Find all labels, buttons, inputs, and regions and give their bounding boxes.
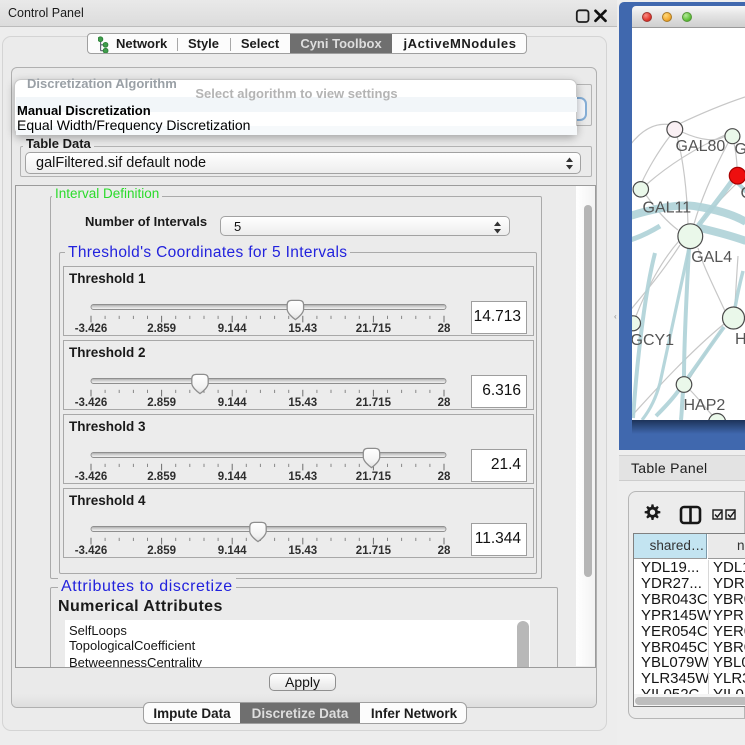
svg-text:2.859: 2.859 xyxy=(147,471,176,483)
svg-text:C: C xyxy=(741,185,745,202)
svg-text:15.43: 15.43 xyxy=(288,397,317,409)
svg-text:9.144: 9.144 xyxy=(218,471,247,483)
svg-text:28: 28 xyxy=(438,323,451,335)
svg-text:28: 28 xyxy=(438,471,451,483)
svg-text:9.144: 9.144 xyxy=(218,397,247,409)
svg-text:GAL80: GAL80 xyxy=(676,138,726,155)
svg-text:9.144: 9.144 xyxy=(218,545,247,557)
svg-text:GAL4: GAL4 xyxy=(691,249,732,266)
svg-text:15.43: 15.43 xyxy=(288,471,317,483)
svg-text:2.859: 2.859 xyxy=(147,397,176,409)
svg-text:21.715: 21.715 xyxy=(356,397,392,409)
svg-text:28: 28 xyxy=(438,397,451,409)
svg-text:GCY1: GCY1 xyxy=(632,332,674,349)
svg-text:GA: GA xyxy=(735,141,745,158)
svg-text:21.715: 21.715 xyxy=(356,471,392,483)
svg-text:2.859: 2.859 xyxy=(147,323,176,335)
svg-text:-3.426: -3.426 xyxy=(75,323,108,335)
svg-text:21.715: 21.715 xyxy=(356,545,392,557)
svg-text:28: 28 xyxy=(438,545,451,557)
svg-text:H: H xyxy=(735,331,745,348)
svg-text:21.715: 21.715 xyxy=(356,323,392,335)
svg-text:15.43: 15.43 xyxy=(288,545,317,557)
svg-text:-3.426: -3.426 xyxy=(75,545,108,557)
svg-text:9.144: 9.144 xyxy=(218,323,247,335)
svg-text:15.43: 15.43 xyxy=(288,323,317,335)
svg-text:-3.426: -3.426 xyxy=(75,471,108,483)
svg-text:GAL11: GAL11 xyxy=(643,200,692,217)
svg-text:2.859: 2.859 xyxy=(147,545,176,557)
svg-text:HAP2: HAP2 xyxy=(684,397,726,414)
svg-text:-3.426: -3.426 xyxy=(75,397,108,409)
